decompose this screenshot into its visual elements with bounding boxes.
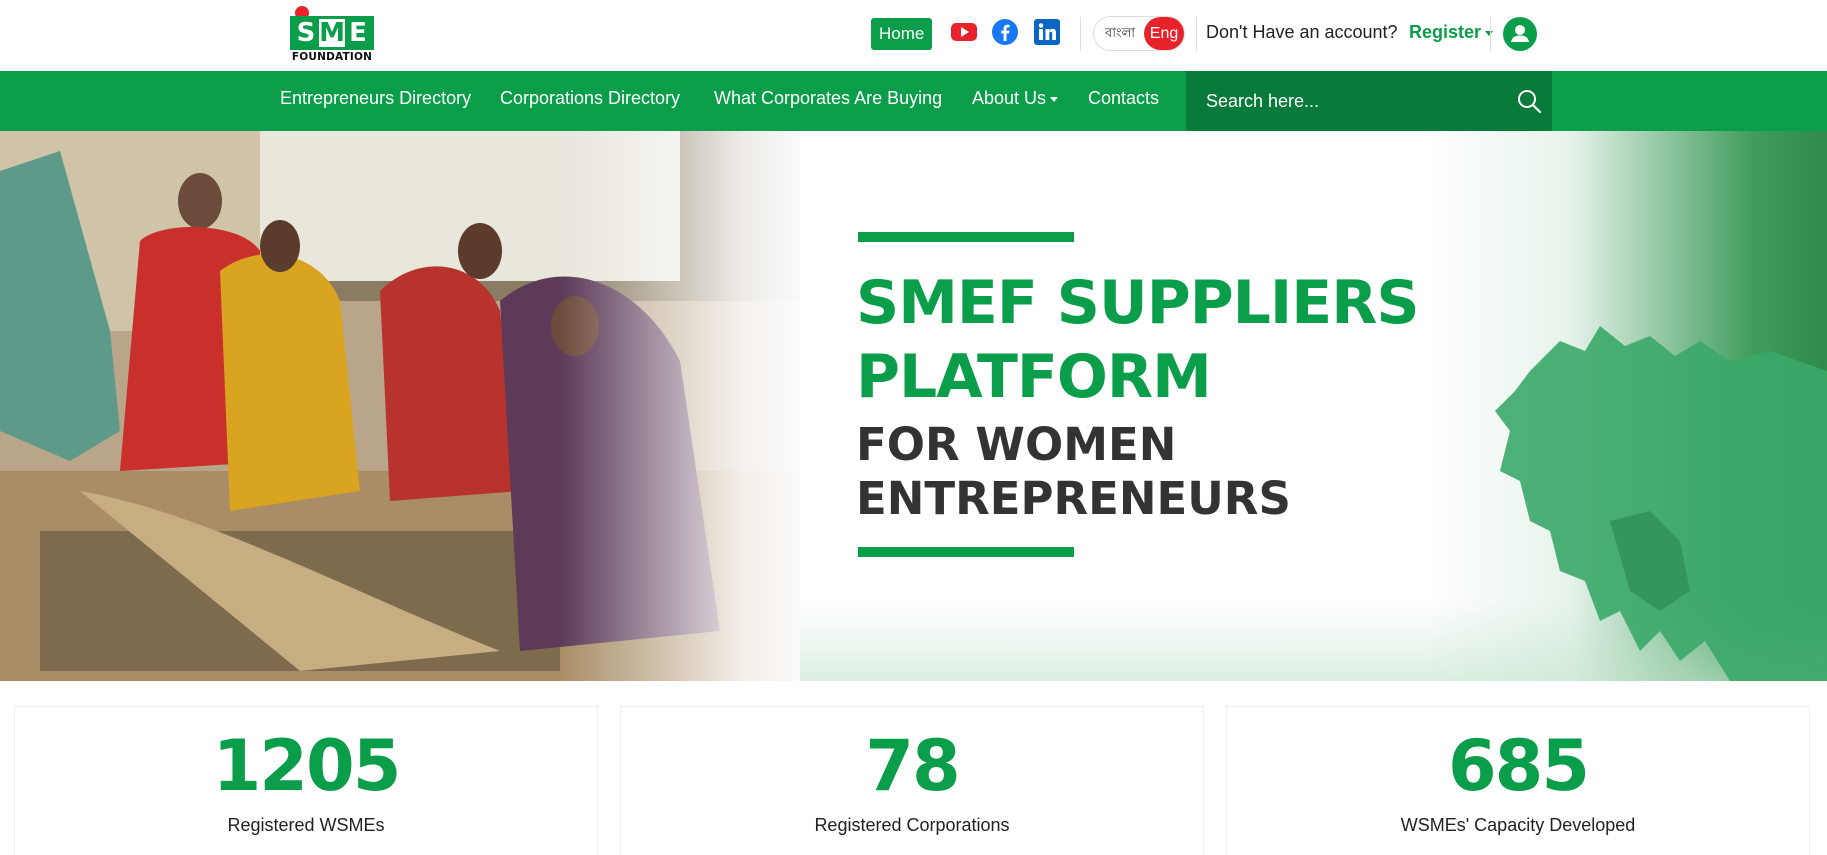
hero-title-line1: SMEF SUPPLIERS xyxy=(856,268,1420,338)
logo-letters: S M E xyxy=(290,16,374,50)
search-bar xyxy=(1186,71,1552,131)
logo-letter-e: E xyxy=(349,18,367,48)
nav-about-us-label: About Us xyxy=(972,88,1047,108)
hero-accent-bar-bottom xyxy=(858,547,1074,557)
language-toggle[interactable]: বাংলা Eng xyxy=(1093,16,1185,51)
top-bar: S M E FOUNDATION Home বাংলা Eng Don't Ha… xyxy=(0,0,1827,71)
register-dropdown[interactable]: Register xyxy=(1409,22,1494,43)
search-icon[interactable] xyxy=(1516,88,1542,114)
hero-title-line2: PLATFORM xyxy=(856,342,1212,412)
hero-banner: SMEF SUPPLIERS PLATFORM FOR WOMEN ENTREP… xyxy=(0,131,1827,681)
home-button[interactable]: Home xyxy=(871,18,933,50)
chevron-down-icon xyxy=(1050,96,1059,102)
stat-label: Registered Corporations xyxy=(814,815,1010,835)
nav-what-corporates-are-buying[interactable]: What Corporates Are Buying xyxy=(714,88,942,109)
divider xyxy=(1490,17,1491,51)
photo-fade xyxy=(560,131,820,681)
register-label: Register xyxy=(1409,22,1482,42)
nav-corporations-directory[interactable]: Corporations Directory xyxy=(500,88,680,109)
lang-bangla-option[interactable]: বাংলা xyxy=(1100,17,1140,50)
linkedin-icon[interactable] xyxy=(1033,18,1061,46)
logo-subtitle: FOUNDATION xyxy=(291,51,373,63)
stat-card-corporations: 78 Registered Corporations xyxy=(620,706,1204,855)
hero-accent-bar-top xyxy=(858,232,1074,242)
lang-english-option[interactable]: Eng xyxy=(1144,17,1184,50)
hero-subtitle-line1: FOR WOMEN xyxy=(856,418,1177,471)
stat-label: Registered WSMEs xyxy=(227,815,385,835)
sme-foundation-logo[interactable]: S M E FOUNDATION xyxy=(288,6,376,64)
stat-value: 685 xyxy=(1447,725,1590,807)
stat-value: 1205 xyxy=(212,725,402,807)
divider xyxy=(1196,17,1197,51)
account-question: Don't Have an account? xyxy=(1206,22,1398,42)
stat-card-wsmes: 1205 Registered WSMEs xyxy=(14,706,598,855)
hero-subtitle-line2: ENTREPRENEURS xyxy=(856,472,1291,525)
nav-contacts[interactable]: Contacts xyxy=(1088,88,1159,109)
logo-letter-s: S xyxy=(296,18,316,48)
divider xyxy=(1080,17,1081,51)
main-navbar: Entrepreneurs Directory Corporations Dir… xyxy=(0,71,1827,131)
bangladesh-map-icon xyxy=(1495,326,1827,681)
nav-about-us[interactable]: About Us xyxy=(972,88,1059,109)
user-icon xyxy=(1511,25,1529,42)
youtube-icon[interactable] xyxy=(950,18,978,46)
nav-entrepreneurs-directory[interactable]: Entrepreneurs Directory xyxy=(280,88,471,109)
stat-label: WSMEs' Capacity Developed xyxy=(1400,815,1636,835)
search-input[interactable] xyxy=(1206,84,1496,118)
user-account-button[interactable] xyxy=(1503,17,1537,51)
stat-card-capacity-developed: 685 WSMEs' Capacity Developed xyxy=(1226,706,1810,855)
stat-value: 78 xyxy=(865,725,960,807)
logo-letter-m: M xyxy=(319,18,345,48)
facebook-icon[interactable] xyxy=(991,18,1019,46)
